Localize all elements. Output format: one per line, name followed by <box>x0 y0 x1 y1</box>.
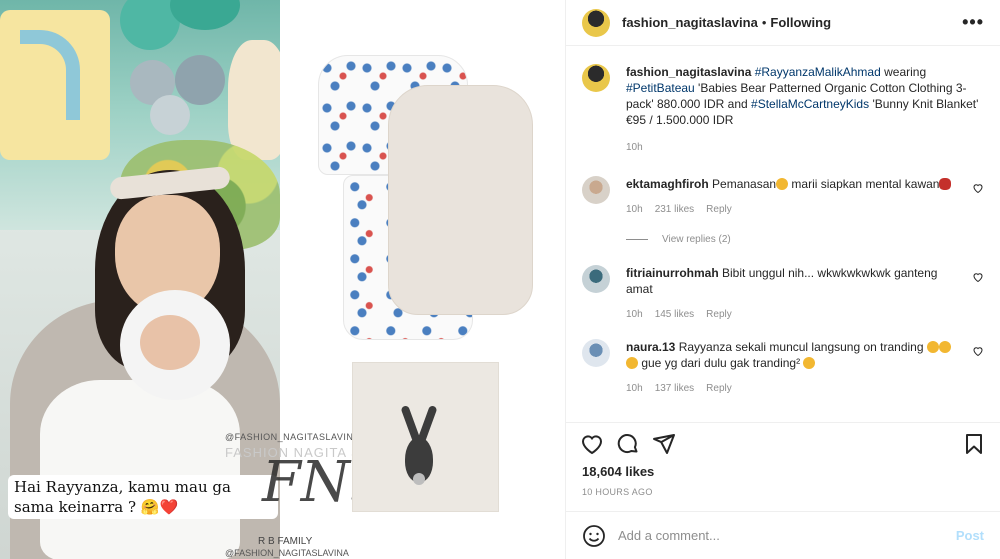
teddy-bear <box>228 40 280 160</box>
heart-icon[interactable] <box>580 432 604 456</box>
post-panel: fashion_nagitaslavina • Following ••• fa… <box>565 0 1000 559</box>
caption-username[interactable]: fashion_nagitaslavina <box>626 65 751 79</box>
comments-section[interactable]: fashion_nagitaslavina #RayyanzaMalikAhma… <box>566 46 1000 422</box>
comment-item: ektamaghfiroh Pemanasan marii siapkan me… <box>582 176 984 218</box>
action-bar <box>566 422 1000 464</box>
comment-likes[interactable]: 145 likes <box>655 309 694 320</box>
more-options-icon[interactable]: ••• <box>962 12 984 33</box>
following-button[interactable]: Following <box>770 15 831 30</box>
hashtag-link[interactable]: #RayyanzaMalikAhmad <box>755 65 881 79</box>
clothing-set-image <box>318 55 538 345</box>
comment-input[interactable]: Add a comment... <box>618 528 956 543</box>
commenter-avatar[interactable] <box>582 176 610 204</box>
emoji-icon <box>939 178 952 190</box>
like-comment-icon[interactable] <box>972 182 984 194</box>
emoji-icon <box>776 178 789 190</box>
post-caption: fashion_nagitaslavina #RayyanzaMalikAhma… <box>582 64 984 156</box>
commenter-avatar[interactable] <box>582 265 610 293</box>
watermark-family: R B FAMILY <box>258 536 313 547</box>
post-header: fashion_nagitaslavina • Following ••• <box>566 0 1000 46</box>
comment-likes[interactable]: 231 likes <box>655 204 694 215</box>
bookmark-icon[interactable] <box>962 432 986 456</box>
post-timestamp[interactable]: 10 HOURS AGO <box>566 487 1000 497</box>
emoji-icon <box>926 341 939 353</box>
post-comment-button[interactable]: Post <box>956 528 984 543</box>
emoji-icon <box>803 357 816 369</box>
commenter-avatar[interactable] <box>582 339 610 367</box>
caption-time: 10h <box>626 142 643 153</box>
baby-face <box>140 315 200 370</box>
separator: • <box>761 15 767 30</box>
add-comment-bar: Add a comment... Post <box>566 511 1000 559</box>
likes-count[interactable]: 18,604 likes <box>566 464 1000 479</box>
reply-button[interactable]: Reply <box>706 204 732 215</box>
share-icon[interactable] <box>652 432 676 456</box>
like-comment-icon[interactable] <box>972 345 984 357</box>
hashtag-link[interactable]: #PetitBateau <box>626 81 695 95</box>
header-username[interactable]: fashion_nagitaslavina <box>622 15 758 30</box>
watermark-handle: @FASHION_NAGITASLAVINA <box>225 432 360 442</box>
post-media[interactable]: @FASHION_NAGITASLAVINA FASHION NAGITA SL… <box>0 0 565 559</box>
story-caption: Hai Rayyanza, kamu mau ga sama keinarra … <box>8 475 278 519</box>
reply-button[interactable]: Reply <box>706 309 732 320</box>
comment-icon[interactable] <box>616 432 640 456</box>
emoji-icon <box>938 341 951 353</box>
bunny-icon <box>395 404 445 485</box>
comment-username[interactable]: fitriainurrohmah <box>626 266 719 280</box>
watermark-handle-bottom: @FASHION_NAGITASLAVINA <box>225 548 349 558</box>
comment-item: naura.13 Rayyanza sekali muncul langsung… <box>582 339 984 397</box>
emoji-picker-icon[interactable] <box>582 524 606 548</box>
comment-item: fitriainurrohmah Bibit unggul nih... wkw… <box>582 265 984 323</box>
avatar[interactable] <box>582 8 610 37</box>
caption-avatar[interactable] <box>582 64 610 92</box>
instagram-post-modal: @FASHION_NAGITASLAVINA FASHION NAGITA SL… <box>0 0 1000 559</box>
reply-button[interactable]: Reply <box>706 383 732 394</box>
emoji-icon <box>626 357 638 369</box>
comment-username[interactable]: ektamaghfiroh <box>626 177 709 191</box>
hashtag-link[interactable]: #StellaMcCartneyKids <box>751 97 869 111</box>
like-comment-icon[interactable] <box>972 271 984 283</box>
view-replies-button[interactable]: View replies (2) <box>626 234 984 245</box>
comment-username[interactable]: naura.13 <box>626 340 675 354</box>
comment-likes[interactable]: 137 likes <box>655 383 694 394</box>
